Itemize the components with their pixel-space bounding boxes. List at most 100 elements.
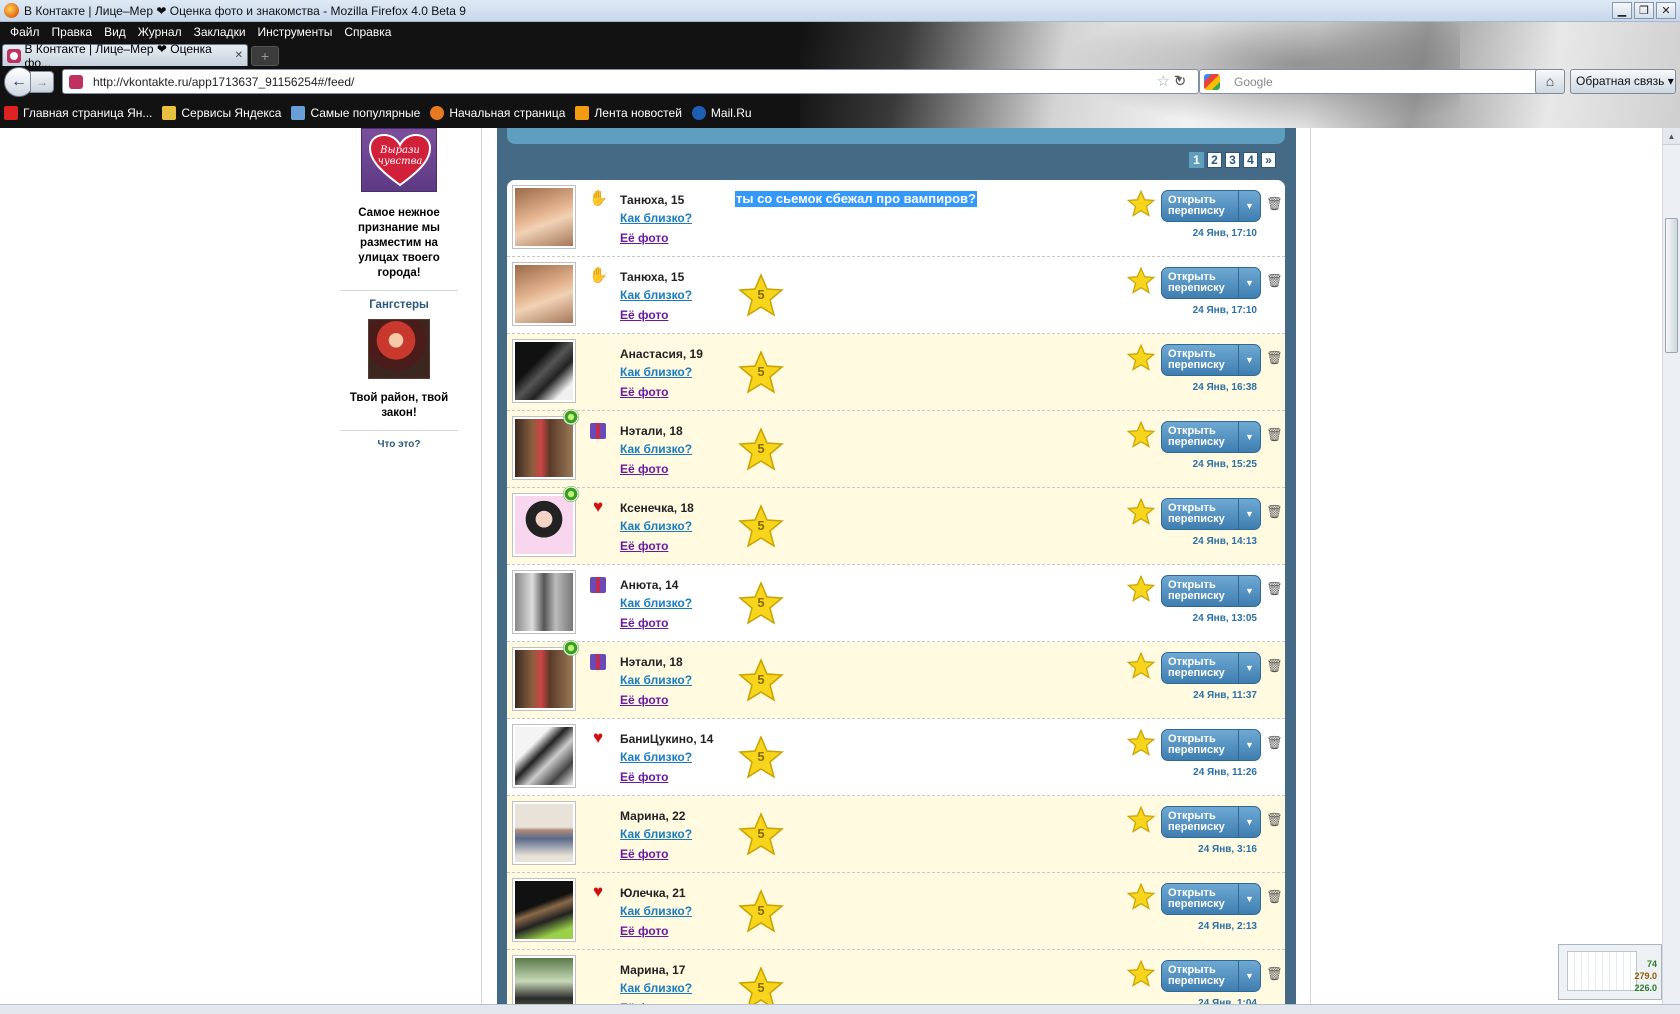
- trash-icon[interactable]: 🗑: [1266, 274, 1283, 288]
- how-close-link[interactable]: Как близко?: [620, 673, 692, 687]
- user-photo[interactable]: [512, 570, 576, 634]
- trash-icon[interactable]: 🗑: [1266, 428, 1283, 442]
- tab-close-icon[interactable]: ✕: [235, 50, 243, 61]
- menu-help[interactable]: Справка: [338, 25, 397, 39]
- bookmark-yandex-services[interactable]: Сервисы Яндекса: [162, 106, 281, 120]
- menu-view[interactable]: Вид: [98, 25, 132, 39]
- chevron-down-icon[interactable]: ▼: [1238, 422, 1260, 452]
- user-photo[interactable]: [512, 262, 576, 326]
- how-close-link[interactable]: Как близко?: [620, 442, 692, 456]
- menu-bookmarks[interactable]: Закладки: [188, 25, 252, 39]
- menu-edit[interactable]: Правка: [46, 25, 99, 39]
- open-conversation-button[interactable]: Открыть переписку ▼: [1161, 575, 1261, 607]
- favorite-star-icon[interactable]: [1127, 267, 1155, 295]
- menu-tools[interactable]: Инструменты: [252, 25, 339, 39]
- open-conversation-button[interactable]: Открыть переписку ▼: [1161, 421, 1261, 453]
- trash-icon[interactable]: 🗑: [1266, 890, 1283, 904]
- user-name[interactable]: Ксенечка, 18: [620, 501, 694, 515]
- url-bar[interactable]: http://vkontakte.ru/app1713637_91156254#…: [62, 69, 1199, 94]
- open-conversation-button[interactable]: Открыть переписку ▼: [1161, 267, 1261, 299]
- tab-active[interactable]: В Контакте | Лице–Мер ❤ Оценка фо... ✕: [2, 42, 248, 70]
- open-conversation-button[interactable]: Открыть переписку ▼: [1161, 960, 1261, 992]
- her-photo-link[interactable]: Её фото: [620, 308, 668, 322]
- favorite-star-icon[interactable]: [1127, 652, 1155, 680]
- user-name[interactable]: Анюта, 14: [620, 578, 678, 592]
- favorite-star-icon[interactable]: [1127, 883, 1155, 911]
- search-placeholder[interactable]: Google: [1234, 75, 1273, 89]
- her-photo-link[interactable]: Её фото: [620, 924, 668, 938]
- trash-icon[interactable]: 🗑: [1266, 659, 1283, 673]
- minimize-button[interactable]: ▁: [1612, 2, 1632, 19]
- favorite-star-icon[interactable]: [1127, 960, 1155, 988]
- bookmark-yandex-home[interactable]: Главная страница Ян...: [4, 106, 152, 120]
- ad-gangsters-text[interactable]: Твой район, твой закон!: [340, 391, 458, 421]
- open-conversation-button[interactable]: Открыть переписку ▼: [1161, 883, 1261, 915]
- user-name[interactable]: Марина, 22: [620, 809, 685, 823]
- trash-icon[interactable]: 🗑: [1266, 505, 1283, 519]
- chevron-down-icon[interactable]: ▼: [1238, 576, 1260, 606]
- favorite-star-icon[interactable]: [1127, 806, 1155, 834]
- open-conversation-button[interactable]: Открыть переписку ▼: [1161, 190, 1261, 222]
- bookmark-most-popular[interactable]: Самые популярные: [291, 106, 420, 120]
- trash-icon[interactable]: 🗑: [1266, 197, 1283, 211]
- her-photo-link[interactable]: Её фото: [620, 616, 668, 630]
- user-photo[interactable]: [512, 493, 576, 557]
- page-next[interactable]: »: [1261, 152, 1276, 168]
- ad-gangsters-image[interactable]: [368, 319, 430, 379]
- open-conversation-button[interactable]: Открыть переписку ▼: [1161, 652, 1261, 684]
- user-photo[interactable]: [512, 801, 576, 865]
- page-2[interactable]: 2: [1207, 152, 1222, 168]
- menu-history[interactable]: Журнал: [132, 25, 188, 39]
- open-conversation-button[interactable]: Открыть переписку ▼: [1161, 806, 1261, 838]
- open-conversation-button[interactable]: Открыть переписку ▼: [1161, 498, 1261, 530]
- forward-button[interactable]: →: [30, 71, 54, 93]
- favorite-star-icon[interactable]: [1127, 498, 1155, 526]
- page-4[interactable]: 4: [1243, 152, 1258, 168]
- chevron-down-icon[interactable]: ▼: [1238, 499, 1260, 529]
- chevron-down-icon[interactable]: ▼: [1238, 807, 1260, 837]
- chevron-down-icon[interactable]: ▼: [1238, 730, 1260, 760]
- search-box[interactable]: Google ⌕: [1199, 69, 1555, 94]
- user-photo[interactable]: [512, 339, 576, 403]
- user-photo[interactable]: [512, 185, 576, 249]
- menu-file[interactable]: Файл: [4, 25, 46, 39]
- scroll-thumb[interactable]: [1665, 218, 1678, 353]
- user-name[interactable]: Марина, 17: [620, 963, 685, 977]
- user-name[interactable]: Нэтали, 18: [620, 424, 683, 438]
- feedback-button[interactable]: Обратная связь ▾: [1570, 69, 1676, 94]
- favorite-star-icon[interactable]: [1127, 421, 1155, 449]
- page-3[interactable]: 3: [1225, 152, 1240, 168]
- what-is-this-link[interactable]: Что это?: [340, 439, 458, 450]
- ad-express-feelings-text[interactable]: Самое нежное признание мы разместим на у…: [340, 206, 458, 281]
- trash-icon[interactable]: 🗑: [1266, 351, 1283, 365]
- how-close-link[interactable]: Как близко?: [620, 288, 692, 302]
- scroll-up-icon[interactable]: ▲: [1663, 128, 1680, 145]
- how-close-link[interactable]: Как близко?: [620, 365, 692, 379]
- her-photo-link[interactable]: Её фото: [620, 770, 668, 784]
- her-photo-link[interactable]: Её фото: [620, 847, 668, 861]
- favorite-star-icon[interactable]: [1127, 190, 1155, 218]
- favorite-star-icon[interactable]: [1127, 344, 1155, 372]
- how-close-link[interactable]: Как близко?: [620, 750, 692, 764]
- url-text[interactable]: http://vkontakte.ru/app1713637_91156254#…: [93, 75, 354, 89]
- user-name[interactable]: Нэтали, 18: [620, 655, 683, 669]
- trash-icon[interactable]: 🗑: [1266, 582, 1283, 596]
- user-photo[interactable]: [512, 724, 576, 788]
- user-name[interactable]: Танюха, 15: [620, 193, 684, 207]
- bookmark-mailru[interactable]: Mail.Ru: [691, 106, 752, 120]
- chevron-down-icon[interactable]: ▼: [1238, 345, 1260, 375]
- chevron-down-icon[interactable]: ▼: [1238, 961, 1260, 991]
- user-photo[interactable]: [512, 955, 576, 1004]
- message-text[interactable]: ты со сьемок сбежал про вампиров?: [735, 191, 977, 207]
- trash-icon[interactable]: 🗑: [1266, 967, 1283, 981]
- her-photo-link[interactable]: Её фото: [620, 693, 668, 707]
- vertical-scrollbar[interactable]: ▲: [1662, 128, 1680, 1004]
- bookmark-news-feed[interactable]: Лента новостей: [575, 106, 682, 120]
- how-close-link[interactable]: Как близко?: [620, 519, 692, 533]
- user-photo[interactable]: [512, 416, 576, 480]
- chevron-down-icon[interactable]: ▼: [1238, 653, 1260, 683]
- reload-icon[interactable]: ↻: [1170, 72, 1190, 92]
- chevron-down-icon[interactable]: ▼: [1238, 884, 1260, 914]
- open-conversation-button[interactable]: Открыть переписку ▼: [1161, 729, 1261, 761]
- user-name[interactable]: БаниЦукино, 14: [620, 732, 713, 746]
